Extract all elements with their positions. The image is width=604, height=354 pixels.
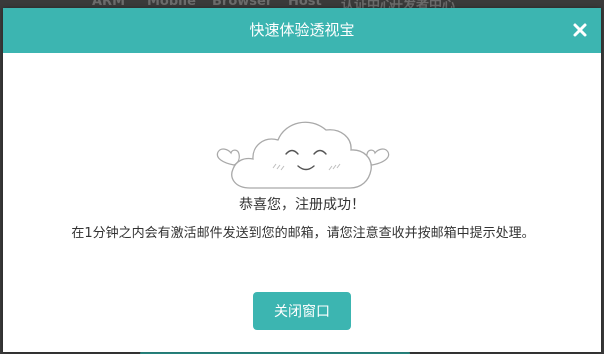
close-window-button[interactable]: 关闭窗口 [253, 292, 351, 330]
registration-success-dialog: 快速体验透视宝 恭喜您，注册成功！ 在1分钟之内会有激活邮件发送到您的邮箱，请您… [3, 8, 601, 352]
dialog-header: 快速体验透视宝 [3, 8, 601, 53]
background-nav: ARM Mobile Browser Host 认证中心 开发者中心 [0, 0, 604, 13]
success-message: 在1分钟之内会有激活邮件发送到您的邮箱，请您注意查收并按邮箱中提示处理。 [71, 226, 535, 241]
close-icon[interactable] [571, 21, 589, 39]
dialog-title: 快速体验透视宝 [249, 21, 355, 39]
smiling-cloud-illustration [210, 112, 396, 192]
success-title: 恭喜您，注册成功！ [239, 197, 365, 213]
